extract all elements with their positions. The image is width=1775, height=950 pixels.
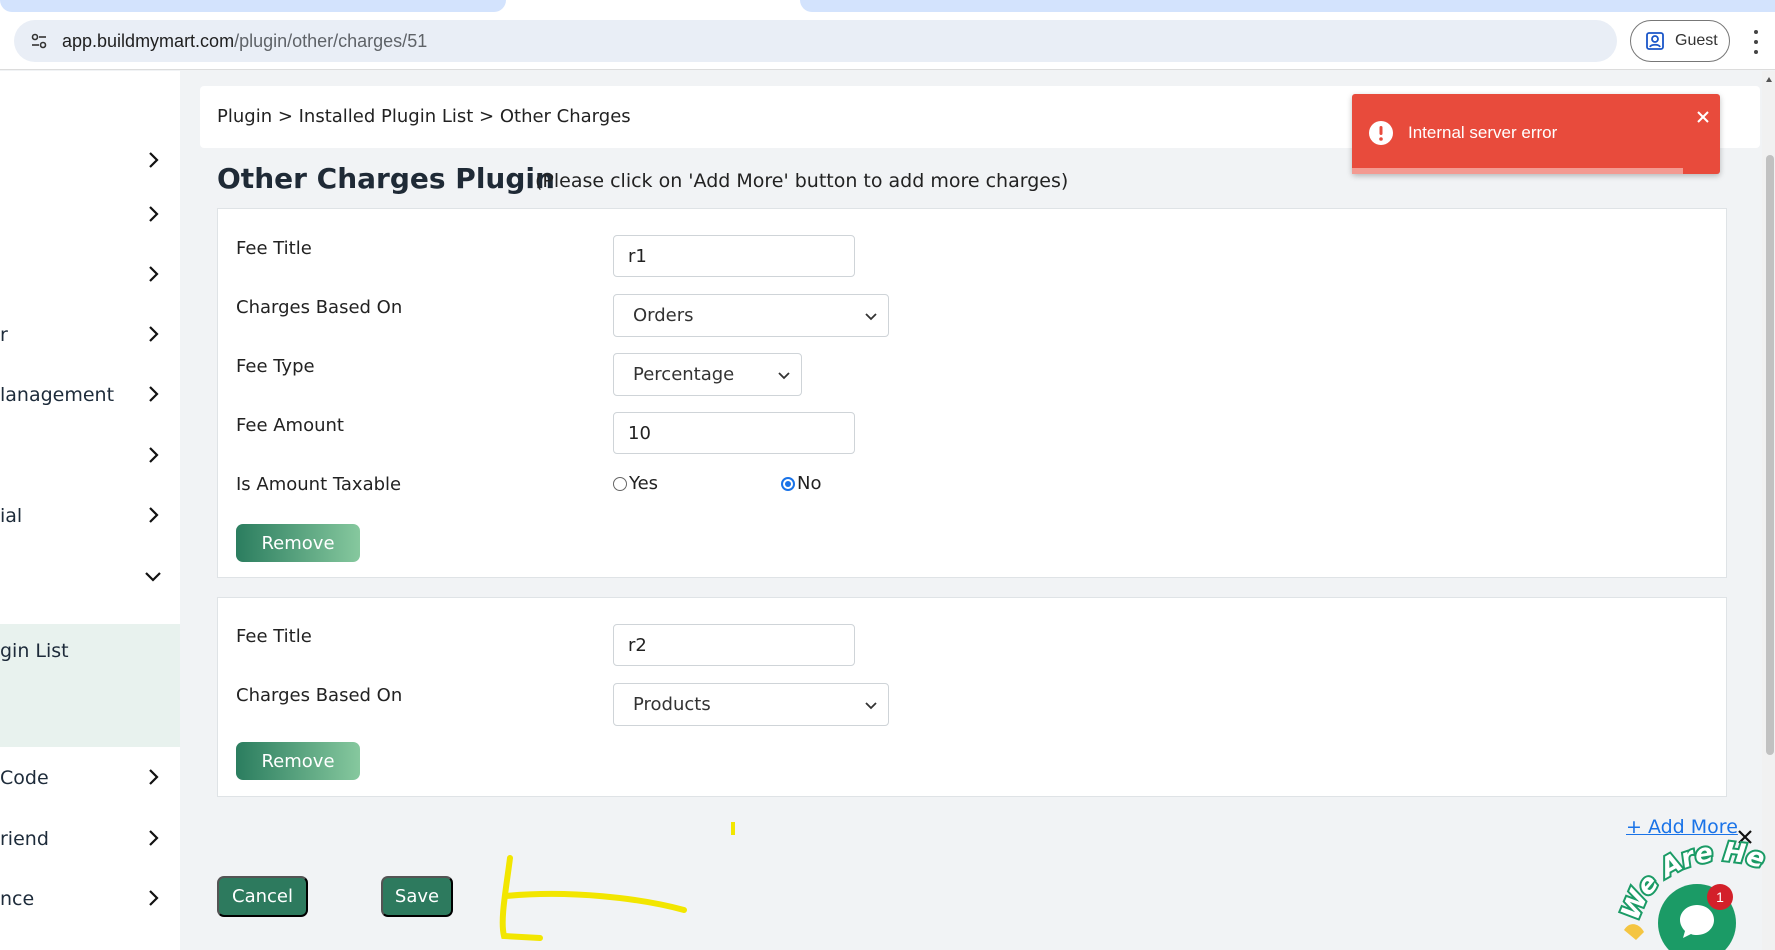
remove-button[interactable]: Remove [236,742,360,780]
chevron-right-icon [149,326,159,342]
select-value: Percentage [633,364,735,385]
sidebar-item[interactable]: lanagement [0,375,180,415]
charge-card: Fee Title Charges Based On Products Remo… [217,597,1727,797]
sidebar-item[interactable]: nce [0,879,180,919]
waving-hand-icon [1624,924,1644,940]
radio-no[interactable] [781,476,795,491]
radio-yes-label: Yes [629,473,659,494]
charges-based-on-label: Charges Based On [236,685,403,706]
profile-button[interactable]: Guest [1630,20,1730,62]
charges-based-on-select[interactable]: Orders [613,294,889,337]
scroll-up-arrow-icon[interactable] [1765,76,1773,84]
toast-progress-bar [1352,168,1684,174]
tab-strip [0,0,1775,12]
radio-no-label: No [797,473,822,494]
browser-toolbar: app.buildmymart.com/plugin/other/charges… [0,12,1775,70]
annotation-mark [731,822,735,835]
chevron-down-icon [865,313,877,321]
chevron-right-icon [149,206,159,222]
sidebar-item-label: riend [0,828,49,850]
sidebar-item-label: nce [0,888,35,910]
annotation-arrow-drawing [499,855,687,941]
charge-card: Fee Title Charges Based On Orders Fee Ty… [217,208,1727,578]
cancel-button[interactable]: Cancel [217,876,308,917]
sidebar-item-label: r [0,324,8,346]
error-toast: Internal server error [1352,94,1720,174]
chat-unread-badge: 1 [1707,884,1733,910]
scrollbar-thumb[interactable] [1766,155,1774,755]
fee-amount-input[interactable] [613,412,855,454]
charges-based-on-label: Charges Based On [236,297,403,318]
is-amount-taxable-label: Is Amount Taxable [236,474,402,495]
toast-message: Internal server error [1408,123,1558,142]
charges-based-on-select[interactable]: Products [613,683,889,726]
sidebar-item[interactable]: Code [0,758,180,798]
page-title: Other Charges Plugin [217,162,555,195]
chevron-right-icon [149,769,159,785]
site-settings-icon[interactable] [28,30,50,52]
sidebar-item-active[interactable]: gin List [0,631,180,671]
address-bar[interactable]: app.buildmymart.com/plugin/other/charges… [14,20,1617,62]
chevron-right-icon [149,507,159,523]
remove-button[interactable]: Remove [236,524,360,562]
browser-menu-icon[interactable] [1746,30,1766,54]
fee-type-select[interactable]: Percentage [613,353,802,396]
chevron-right-icon [149,266,159,282]
fee-amount-label: Fee Amount [236,415,344,436]
chevron-down-icon [145,572,161,582]
sidebar-item-label: Code [0,767,49,789]
chevron-down-icon [865,702,877,710]
fee-title-input[interactable] [613,235,855,277]
sidebar-item-expanded[interactable] [0,557,180,597]
radio-yes[interactable] [613,476,627,491]
url-text: app.buildmymart.com/plugin/other/charges… [62,31,427,52]
sidebar-item-label: lanagement [0,384,115,406]
sidebar-item[interactable] [0,436,180,476]
browser-tab[interactable] [0,0,506,12]
sidebar-item[interactable] [0,141,180,181]
select-value: Products [633,694,711,715]
chevron-right-icon [149,152,159,168]
chevron-right-icon [149,830,159,846]
sidebar-item-label: ial [0,505,23,527]
taxable-no-option[interactable]: No [781,473,821,494]
url-path: /plugin/other/charges/51 [234,30,428,51]
fee-title-label: Fee Title [236,238,312,259]
fee-title-label: Fee Title [236,626,312,647]
close-icon[interactable] [1696,110,1710,124]
profile-label: Guest [1675,32,1718,49]
save-button[interactable]: Save [381,876,453,917]
profile-icon [1646,32,1664,50]
page-hint: (Please click on 'Add More' button to ad… [535,170,1069,192]
sidebar-item[interactable] [0,195,180,235]
select-value: Orders [633,305,694,326]
taxable-yes-option[interactable]: Yes [613,473,658,494]
fee-type-label: Fee Type [236,356,315,377]
chevron-right-icon [149,890,159,906]
url-domain: app.buildmymart.com [62,30,235,51]
chevron-right-icon [149,447,159,463]
fee-title-input[interactable] [613,624,855,666]
alert-icon [1369,121,1393,145]
sidebar-item[interactable]: r [0,315,180,355]
chevron-right-icon [149,386,159,402]
sidebar: r lanagement ial gin List Code riend nce [0,71,180,950]
sidebar-item[interactable]: riend [0,819,180,859]
breadcrumb[interactable]: Plugin > Installed Plugin List > Other C… [217,106,631,127]
chevron-down-icon [778,372,790,380]
sidebar-item-label: gin List [0,640,69,662]
browser-tab[interactable] [800,0,1775,12]
sidebar-item[interactable] [0,255,180,295]
sidebar-item[interactable]: ial [0,496,180,536]
